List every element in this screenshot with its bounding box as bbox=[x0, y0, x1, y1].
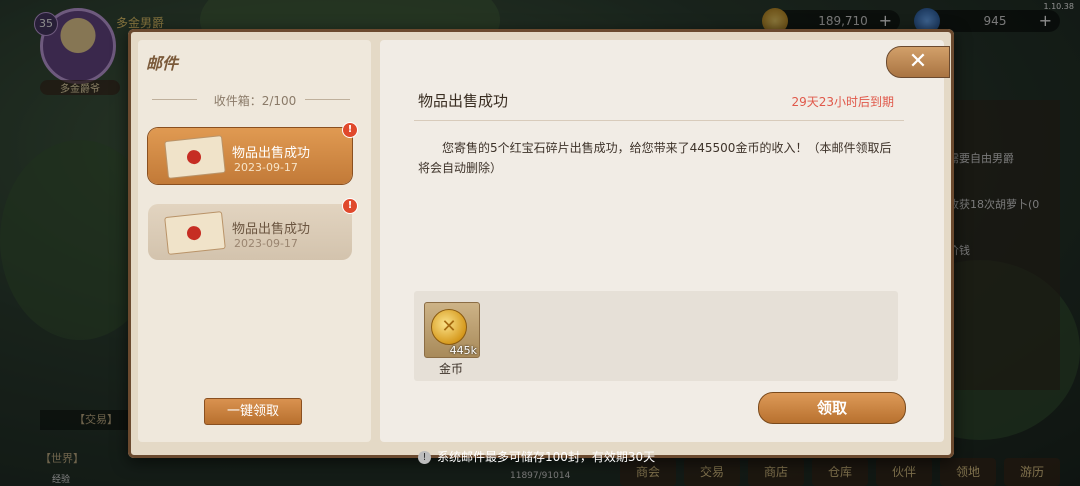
mail-list-item[interactable]: 物品出售成功 2023-09-17 ! bbox=[148, 198, 358, 260]
mail-body-text: 您寄售的5个红宝石碎片出售成功，给您带来了445500金币的收入！（本邮件领取后… bbox=[418, 141, 892, 175]
close-icon[interactable]: ✕ bbox=[886, 46, 950, 78]
mail-list-item[interactable]: 物品出售成功 2023-09-17 ! bbox=[148, 122, 358, 184]
attachment-area bbox=[414, 291, 898, 381]
info-icon: ! bbox=[418, 451, 431, 464]
wax-seal-icon bbox=[186, 225, 202, 241]
divider bbox=[305, 99, 350, 100]
envelope-icon bbox=[164, 211, 226, 255]
claim-button[interactable]: 领取 bbox=[758, 392, 906, 424]
attachment-name: 金币 bbox=[438, 362, 463, 376]
divider bbox=[414, 120, 904, 121]
mail-item-title: 物品出售成功 bbox=[232, 146, 311, 161]
mail-footer-note: ! 系统邮件最多可储存100封，有效期30天 bbox=[418, 448, 655, 465]
inbox-count: 收件箱：2/100 bbox=[213, 94, 297, 108]
wax-seal-icon bbox=[186, 149, 202, 165]
footer-note-text: 系统邮件最多可储存100封，有效期30天 bbox=[437, 450, 656, 464]
unread-badge: ! bbox=[342, 122, 358, 138]
mail-expire-time: 29天23小时后到期 bbox=[791, 95, 894, 109]
claim-all-button[interactable]: 一键领取 bbox=[204, 398, 302, 425]
envelope-icon bbox=[164, 135, 226, 179]
mail-item-date: 2023-09-17 bbox=[234, 237, 298, 250]
attachment-count: 445k bbox=[449, 344, 477, 357]
unread-badge: ! bbox=[342, 198, 358, 214]
mail-window-title: 邮件 bbox=[146, 54, 179, 73]
attachment-item-slot[interactable]: ✕ 445k bbox=[424, 302, 480, 358]
mail-detail-title: 物品出售成功 bbox=[418, 92, 509, 110]
mail-item-date: 2023-09-17 bbox=[234, 161, 298, 174]
mail-item-title: 物品出售成功 bbox=[232, 222, 311, 237]
gold-coin-icon: ✕ bbox=[431, 309, 467, 345]
